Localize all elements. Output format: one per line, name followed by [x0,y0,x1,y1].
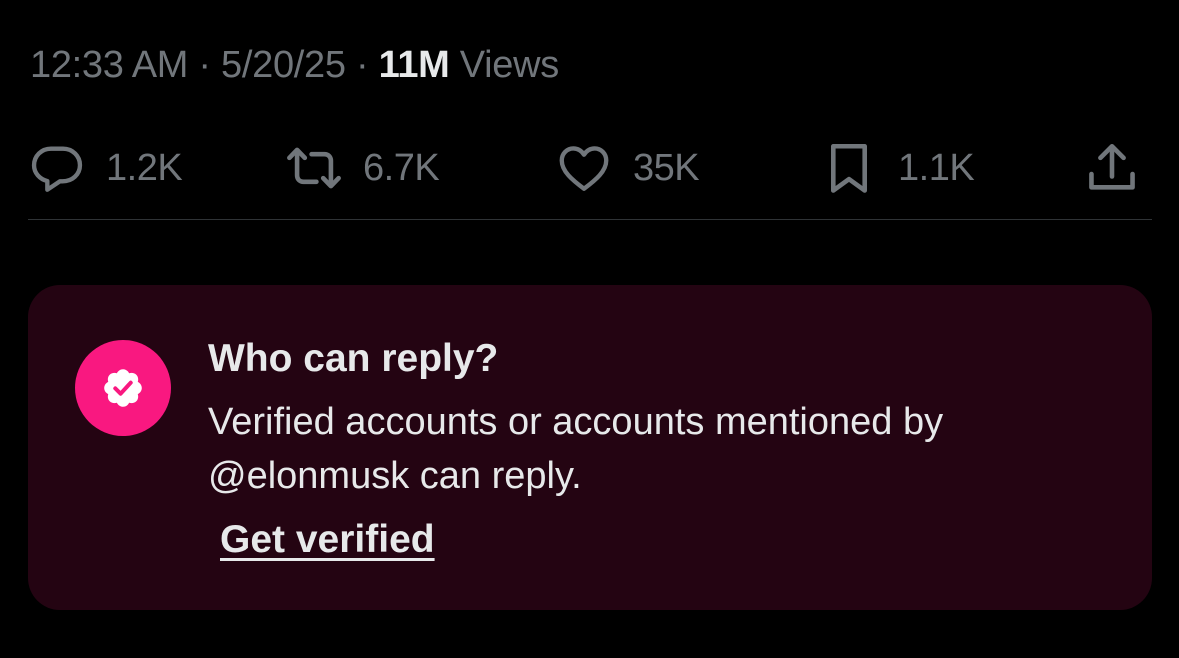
bookmark-count: 1.1K [898,146,975,189]
section-divider [28,219,1152,220]
views-label: Views [449,44,559,86]
reply-restriction-description: Verified accounts or accounts mentioned … [208,401,944,497]
repost-button[interactable]: 6.7K [285,138,440,198]
tweet-date[interactable]: 5/20/25 [221,44,346,86]
views-count[interactable]: 11M [379,44,450,86]
reply-button[interactable]: 1.2K [28,138,183,198]
meta-separator: · [188,44,222,86]
reply-restriction-card: Who can reply? Verified accounts or acco… [28,285,1152,610]
reply-restriction-title: Who can reply? [208,337,499,380]
repost-icon [287,147,341,189]
heart-icon [559,146,609,191]
share-icon [1089,143,1135,190]
tweet-metadata: 12:33 AM · 5/20/25 · 11M Views [30,44,559,87]
get-verified-link[interactable]: Get verified [220,518,435,562]
tweet-time[interactable]: 12:33 AM [30,44,188,86]
verified-badge-circle [75,340,171,436]
like-button[interactable]: 35K [555,138,700,198]
reply-count: 1.2K [106,146,183,189]
meta-separator: · [345,44,379,86]
like-count: 35K [633,146,700,189]
tweet-action-bar: 1.2K 6.7K 35K 1.1K [0,138,1179,198]
bookmark-button[interactable]: 1.1K [820,138,975,198]
repost-count: 6.7K [363,146,440,189]
verified-badge-icon [104,369,142,407]
bookmark-icon [830,143,868,193]
reply-icon [31,146,83,192]
share-button[interactable] [1083,138,1141,198]
